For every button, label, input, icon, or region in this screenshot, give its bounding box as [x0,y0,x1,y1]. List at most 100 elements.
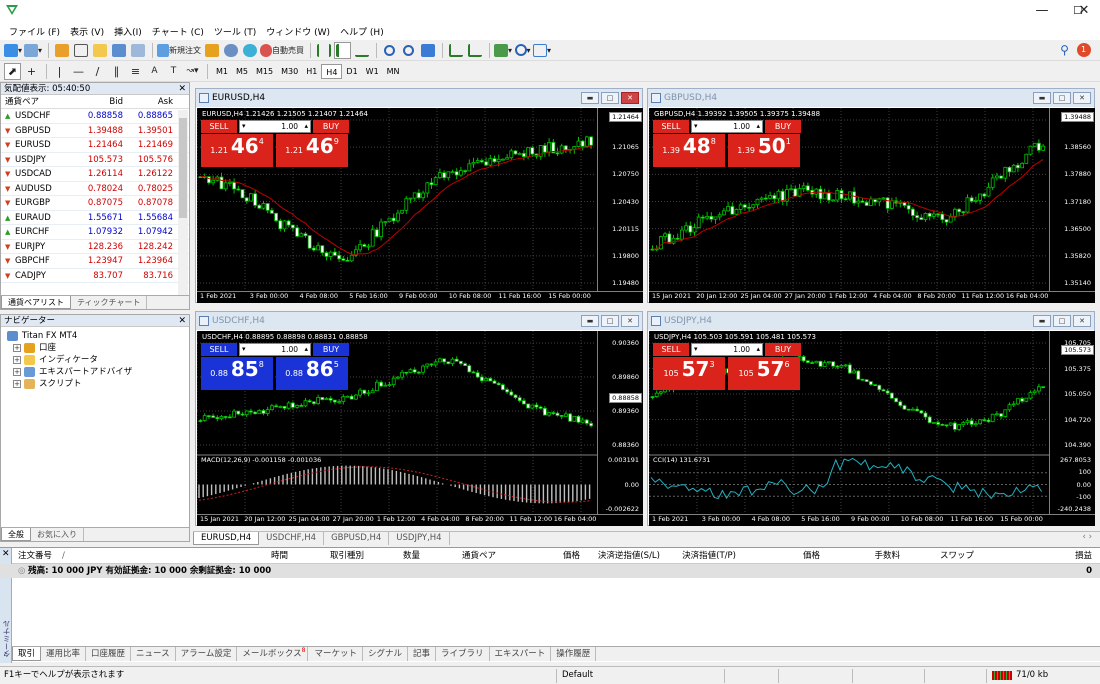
market-watch-toggle[interactable] [53,42,70,59]
status-profile[interactable]: Default [562,667,593,684]
sell-button[interactable]: SELL [653,343,689,356]
bid-price-box[interactable]: 1.21 464 [201,134,273,167]
bar-chart-button[interactable] [315,42,332,59]
tf-m30[interactable]: M30 [277,64,302,79]
terminal-tab-9[interactable]: ライブラリ [436,647,490,661]
sell-button[interactable]: SELL [201,343,237,356]
chart-tab-usdjpy[interactable]: USDJPY,H4 [389,532,450,545]
chart-minimize-button[interactable]: ▬ [1033,92,1051,104]
channel-tool[interactable]: ∥ [108,63,125,80]
chart-window-title[interactable]: USDJPY,H4 ▬ □ ✕ [648,312,1094,330]
buy-button[interactable]: BUY [765,120,801,133]
chart-shift-button[interactable] [466,42,483,59]
volume-input[interactable]: ▾ 1.00 ▴ [239,343,311,356]
terminal-tab-8[interactable]: 記事 [408,647,436,661]
connection-status-icon[interactable] [992,671,1012,680]
cursor-tool[interactable]: ⬈ [4,62,21,80]
col-commission[interactable]: 手数料 [820,548,900,563]
tf-m1[interactable]: M1 [212,64,232,79]
auto-trading-button[interactable]: 自動売買 [260,42,304,59]
volume-up-icon[interactable]: ▴ [756,344,760,355]
market-watch-row[interactable]: ▲ USDCHF 0.88858 0.88865 [1,109,189,124]
scrollbar-thumb[interactable] [179,118,187,218]
notifications-button[interactable]: 1 [1075,42,1092,59]
market-watch-row[interactable]: ▼ EURGBP 0.87075 0.87078 [1,196,189,211]
tf-m15[interactable]: M15 [252,64,277,79]
terminal-tab-1[interactable]: 運用比率 [41,647,87,661]
vps-button[interactable] [241,42,258,59]
bid-price-box[interactable]: 0.88 858 [201,357,273,390]
templates-button[interactable]: ▾ [533,42,551,59]
new-chart-button[interactable]: ▾ [4,42,22,59]
chart-plot[interactable]: USDCHF,H4 0.88895 0.88898 0.88831 0.8885… [197,331,643,526]
trendline-tool[interactable]: ∕ [89,63,106,80]
chart-maximize-button[interactable]: □ [1053,315,1071,327]
col-ask[interactable]: Ask [123,95,173,108]
chart-close-button[interactable]: ✕ [1073,315,1091,327]
market-watch-row[interactable]: ▼ CADJPY 83.707 83.716 [1,269,189,283]
sell-button[interactable]: SELL [653,120,689,133]
candle-chart-button[interactable] [334,41,352,59]
chart-window-title[interactable]: GBPUSD,H4 ▬ □ ✕ [648,89,1094,107]
expand-icon[interactable]: + [13,344,21,352]
volume-input[interactable]: ▾ 1.00 ▴ [239,120,311,133]
market-watch-row[interactable]: ▼ GBPCHF 1.23947 1.23964 [1,254,189,269]
label-tool[interactable]: T [165,63,182,80]
data-window-toggle[interactable] [72,42,89,59]
volume-input[interactable]: ▾ 1.00 ▴ [691,343,763,356]
market-watch-row[interactable]: ▼ USDCAD 1.26114 1.26122 [1,167,189,182]
market-watch-row[interactable]: ▲ EURAUD 1.55671 1.55684 [1,211,189,225]
metaeditor-button[interactable] [203,42,220,59]
close-navigator-icon[interactable]: ✕ [178,315,186,327]
signals-button[interactable] [222,42,239,59]
ask-price-box[interactable]: 1.39 501 [728,134,800,167]
search-button[interactable]: ⚲ [1056,42,1073,59]
periods-button[interactable]: ▾ [514,42,531,59]
tf-h4[interactable]: H4 [321,63,343,79]
volume-up-icon[interactable]: ▴ [304,344,308,355]
price-axis[interactable]: 1.213801.210651.207501.204301.201151.198… [597,108,643,291]
fibonacci-tool[interactable]: ≡ [127,63,144,80]
volume-down-icon[interactable]: ▾ [242,121,246,132]
buy-button[interactable]: BUY [313,120,349,133]
text-tool[interactable]: A [146,63,163,80]
chart-minimize-button[interactable]: ▬ [1033,315,1051,327]
chart-minimize-button[interactable]: ▬ [581,315,599,327]
terminal-tab-6[interactable]: マーケット [309,647,363,661]
chart-maximize-button[interactable]: □ [601,315,619,327]
menu-window[interactable]: ウィンドウ (W) [261,25,335,38]
minimize-button[interactable]: — [1024,0,1060,22]
ask-price-box[interactable]: 1.21 469 [276,134,348,167]
tab-symbols[interactable]: 通貨ペアリスト [1,296,71,309]
tf-mn[interactable]: MN [383,64,404,79]
volume-down-icon[interactable]: ▾ [694,344,698,355]
chart-tab-eurusd[interactable]: EURUSD,H4 [193,532,260,545]
horizontal-line-tool[interactable]: — [70,63,87,80]
menu-file[interactable]: ファイル (F) [4,25,65,38]
menu-chart[interactable]: チャート (C) [147,25,209,38]
chart-plot[interactable]: USDJPY,H4 105.503 105.591 105.481 105.57… [649,331,1095,526]
chart-maximize-button[interactable]: □ [601,92,619,104]
tab-tick-chart[interactable]: ティックチャート [71,296,148,309]
price-axis[interactable]: 105.705 105.375 105.050 104.720 104.390 105.5… [1049,331,1095,514]
chart-close-button[interactable]: ✕ [621,315,639,327]
col-sl[interactable]: 決済逆指値(S/L) [580,548,660,563]
market-watch-scrollbar[interactable] [178,110,188,295]
crosshair-tool[interactable]: + [23,63,40,80]
line-chart-button[interactable] [353,42,370,59]
bid-price-box[interactable]: 1.39 488 [653,134,725,167]
market-watch-row[interactable]: ▲ EURCHF 1.07932 1.07942 [1,225,189,240]
vertical-line-tool[interactable]: | [51,63,68,80]
nav-accounts[interactable]: + 口座 [7,342,189,354]
chart-close-button[interactable]: ✕ [1073,92,1091,104]
tile-windows-button[interactable] [419,42,436,59]
chart-minimize-button[interactable]: ▬ [581,92,599,104]
chart-close-button[interactable]: ✕ [621,92,639,104]
buy-button[interactable]: BUY [313,343,349,356]
arrows-tool[interactable]: ↝▾ [184,63,201,80]
tf-w1[interactable]: W1 [362,64,383,79]
col-swap[interactable]: スワップ [900,548,974,563]
col-symbol-term[interactable]: 通貨ペア [420,548,496,563]
col-symbol[interactable]: 通貨ペア [1,95,81,108]
col-profit[interactable]: 損益 [974,548,1100,563]
